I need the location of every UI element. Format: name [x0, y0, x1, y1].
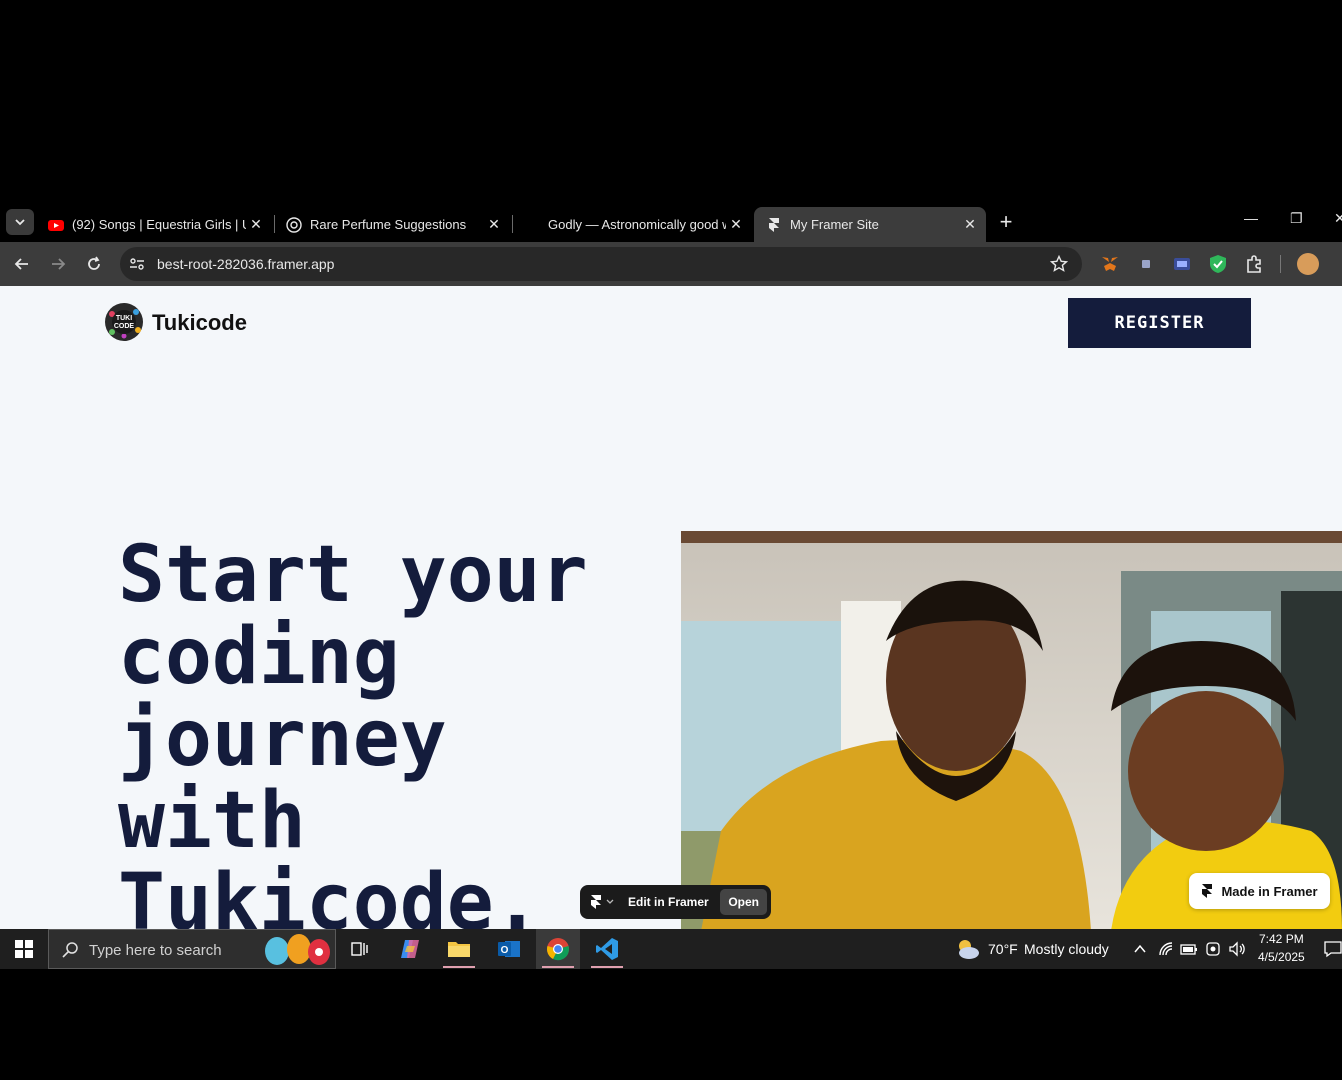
windows-taskbar: Type here to search O 70°F Mostly cloudy… — [0, 929, 1342, 969]
svg-text:O: O — [501, 945, 509, 956]
chevron-down-icon — [15, 219, 25, 226]
chrome-app[interactable] — [536, 929, 580, 969]
weather-cloudy-icon[interactable] — [953, 937, 981, 961]
hero-headline: Start your coding journey with Tukicode. — [118, 530, 588, 929]
site-info-icon[interactable] — [129, 256, 145, 272]
back-arrow-icon — [14, 258, 28, 270]
volume-icon[interactable] — [1228, 941, 1246, 957]
made-in-framer-label: Made in Framer — [1221, 883, 1318, 899]
framer-icon — [769, 217, 779, 232]
hero-image — [681, 531, 1342, 929]
forward-button[interactable] — [47, 253, 69, 275]
weather-description[interactable]: Mostly cloudy — [1024, 941, 1109, 957]
browser-toolbar: best-root-282036.framer.app — [0, 242, 1342, 286]
file-explorer-app[interactable] — [437, 929, 481, 969]
tab-title: Rare Perfume Suggestions — [310, 217, 467, 232]
youtube-icon — [48, 219, 64, 231]
tab-close-icon[interactable]: ✕ — [960, 215, 980, 235]
bookmark-star-icon[interactable] — [1050, 255, 1068, 273]
task-view-icon — [351, 942, 368, 956]
new-tab-button[interactable]: + — [994, 211, 1018, 235]
chrome-icon — [547, 938, 569, 961]
tab-youtube[interactable]: (92) Songs | Equestria Girls | Unl ✕ — [36, 207, 272, 242]
search-placeholder: Type here to search — [89, 942, 222, 959]
outlook-icon: O — [498, 941, 520, 957]
made-in-framer-badge[interactable]: Made in Framer — [1189, 873, 1330, 909]
wifi-icon[interactable] — [1158, 941, 1174, 957]
chevron-up-icon[interactable] — [1133, 942, 1147, 956]
meet-now-icon[interactable] — [1205, 941, 1221, 957]
tukicode-logo[interactable]: TUKI CODE — [104, 302, 144, 342]
back-button[interactable] — [11, 253, 33, 275]
vscode-app[interactable] — [585, 929, 629, 969]
extension-icon[interactable] — [1136, 254, 1156, 274]
taskbar-search[interactable]: Type here to search — [48, 929, 336, 969]
extension-icon[interactable] — [1172, 254, 1192, 274]
clock-time[interactable]: 7:42 PM — [1259, 932, 1304, 946]
tab-title: My Framer Site — [790, 217, 879, 232]
tab-title: (92) Songs | Equestria Girls | Unl — [72, 217, 246, 232]
search-icon — [62, 942, 78, 958]
tab-close-icon[interactable]: ✕ — [246, 215, 266, 235]
profile-avatar[interactable] — [1297, 253, 1319, 275]
tab-search-button[interactable] — [6, 209, 34, 235]
weather-temperature[interactable]: 70°F — [988, 941, 1018, 957]
task-view-button[interactable] — [338, 929, 382, 969]
tab-chatgpt[interactable]: Rare Perfume Suggestions ✕ — [274, 207, 510, 242]
brand-name[interactable]: Tukicode — [152, 310, 247, 336]
web-page: TUKI CODE Tukicode REGISTER Start your c… — [0, 286, 1342, 929]
vscode-icon — [596, 938, 618, 960]
chevron-down-icon — [606, 899, 614, 904]
tab-close-icon[interactable]: ✕ — [484, 215, 504, 235]
battery-icon[interactable] — [1180, 941, 1198, 957]
register-button[interactable]: REGISTER — [1068, 298, 1251, 348]
framer-icon — [1202, 884, 1213, 898]
svg-text:CODE: CODE — [114, 323, 135, 330]
svg-text:TUKI: TUKI — [116, 315, 132, 322]
tab-my-framer-site[interactable]: My Framer Site ✕ — [754, 207, 986, 242]
framer-icon — [591, 895, 601, 909]
open-button[interactable]: Open — [720, 889, 767, 915]
reload-button[interactable] — [83, 253, 105, 275]
shield-extension-icon[interactable] — [1208, 254, 1228, 274]
copilot-icon — [401, 940, 419, 958]
folder-icon — [448, 942, 470, 957]
outlook-app[interactable]: O — [487, 929, 531, 969]
reload-icon — [88, 256, 100, 270]
restore-button[interactable]: ❐ — [1290, 210, 1303, 227]
metamask-extension-icon[interactable] — [1100, 254, 1120, 274]
close-window-button[interactable]: ✕ — [1334, 210, 1342, 227]
godly-icon — [524, 217, 540, 233]
chatgpt-icon — [286, 216, 302, 233]
notification-icon[interactable] — [1324, 940, 1342, 958]
edit-in-framer-toolbar[interactable]: Edit in Framer Open — [580, 885, 771, 919]
forward-arrow-icon — [52, 258, 66, 270]
extensions-puzzle-icon[interactable] — [1244, 254, 1264, 274]
edit-in-framer-label[interactable]: Edit in Framer — [628, 895, 709, 909]
address-bar[interactable]: best-root-282036.framer.app — [120, 247, 1082, 281]
windows-logo-icon — [15, 940, 33, 958]
tab-godly[interactable]: Godly — Astronomically good w ✕ — [512, 207, 752, 242]
start-button[interactable] — [2, 929, 46, 969]
copilot-app[interactable] — [388, 929, 432, 969]
minimize-button[interactable]: — — [1244, 210, 1258, 226]
tab-close-icon[interactable]: ✕ — [726, 215, 746, 235]
clock-date[interactable]: 4/5/2025 — [1258, 950, 1305, 964]
tab-title: Godly — Astronomically good w — [548, 217, 726, 232]
url-text: best-root-282036.framer.app — [157, 256, 335, 272]
easter-eggs-icon — [265, 934, 330, 965]
browser-tab-strip: (92) Songs | Equestria Girls | Unl ✕ Rar… — [0, 202, 1342, 242]
